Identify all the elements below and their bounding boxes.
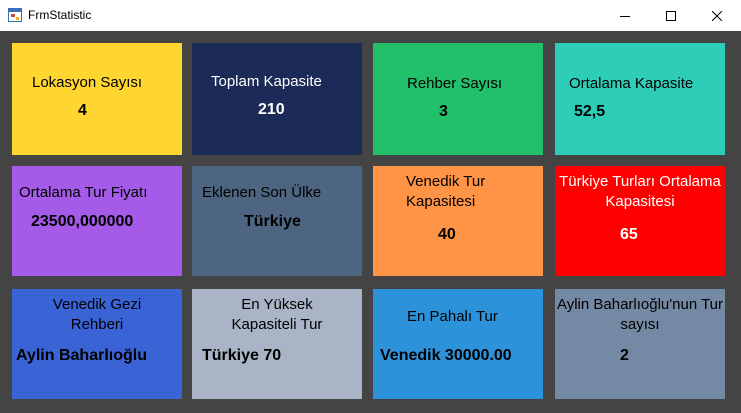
tile-label: Venedik Gezi Rehberi xyxy=(52,296,142,333)
tile-label: En Pahalı Tur xyxy=(407,308,498,325)
stat-tile-average-capacity: Ortalama Kapasite 52,5 xyxy=(555,43,725,155)
stat-tile-venice-tour-guide: Venedik Gezi Rehberi Aylin Baharlıoğlu xyxy=(12,289,182,399)
window-title: FrmStatistic xyxy=(28,8,92,22)
app-window: FrmStatistic Lokasyon Sayısı 4 Toplam Ka… xyxy=(0,0,741,413)
tile-value: 40 xyxy=(438,226,456,243)
maximize-button[interactable] xyxy=(648,0,694,31)
stat-tile-most-expensive-tour: En Pahalı Tur Venedik 30000.00 xyxy=(373,289,543,399)
tile-label: Türkiye Turları Ortalama Kapasitesi xyxy=(559,173,721,210)
tile-value: 3 xyxy=(439,103,448,120)
tile-value: 4 xyxy=(78,102,87,119)
tile-label: Ortalama Tur Fiyatı xyxy=(19,184,148,201)
winforms-app-icon xyxy=(8,8,22,22)
stat-tile-highest-capacity-tour: En Yüksek Kapasiteli Tur Türkiye 70 xyxy=(192,289,362,399)
tile-value: Venedik 30000.00 xyxy=(380,347,512,364)
stat-tile-turkey-tours-average-capacity: Türkiye Turları Ortalama Kapasitesi 65 xyxy=(555,166,725,276)
stat-tile-location-count: Lokasyon Sayısı 4 xyxy=(12,43,182,155)
minimize-button[interactable] xyxy=(602,0,648,31)
maximize-icon xyxy=(666,10,676,21)
client-area: Lokasyon Sayısı 4 Toplam Kapasite 210 Re… xyxy=(0,31,741,413)
tile-label: Ortalama Kapasite xyxy=(569,75,694,92)
stat-tile-total-capacity: Toplam Kapasite 210 xyxy=(192,43,362,155)
stat-tile-guide-count: Rehber Sayısı 3 xyxy=(373,43,543,155)
tile-value: Aylin Baharlıoğlu xyxy=(16,347,147,364)
tile-value: 52,5 xyxy=(574,103,606,120)
stat-tile-average-tour-price: Ortalama Tur Fiyatı 23500,000000 xyxy=(12,166,182,276)
tile-value: Türkiye xyxy=(244,213,301,230)
stat-tile-aylin-tour-count: Aylin Baharlıoğlu'nun Tur sayısı 2 xyxy=(555,289,725,399)
minimize-icon xyxy=(620,15,630,17)
tile-label: Rehber Sayısı xyxy=(407,75,503,92)
title-bar[interactable]: FrmStatistic xyxy=(0,0,741,31)
tile-label: En Yüksek Kapasiteli Tur xyxy=(231,296,323,333)
tile-label: Toplam Kapasite xyxy=(211,73,322,90)
tile-value: Türkiye 70 xyxy=(202,347,282,364)
close-icon xyxy=(712,10,722,21)
tile-value: 23500,000000 xyxy=(31,213,134,230)
stat-tile-last-added-country: Eklenen Son Ülke Türkiye xyxy=(192,166,362,276)
tile-value: 65 xyxy=(620,226,638,243)
close-button[interactable] xyxy=(694,0,740,31)
stat-tile-venice-tour-capacity: Venedik Tur Kapasitesi 40 xyxy=(373,166,543,276)
tile-label: Lokasyon Sayısı xyxy=(32,74,143,91)
tile-label: Eklenen Son Ülke xyxy=(202,184,322,201)
tile-value: 2 xyxy=(620,347,629,364)
tile-label: Aylin Baharlıoğlu'nun Tur sayısı xyxy=(556,296,724,333)
tile-label: Venedik Tur Kapasitesi xyxy=(406,173,486,210)
tile-value: 210 xyxy=(258,101,285,118)
